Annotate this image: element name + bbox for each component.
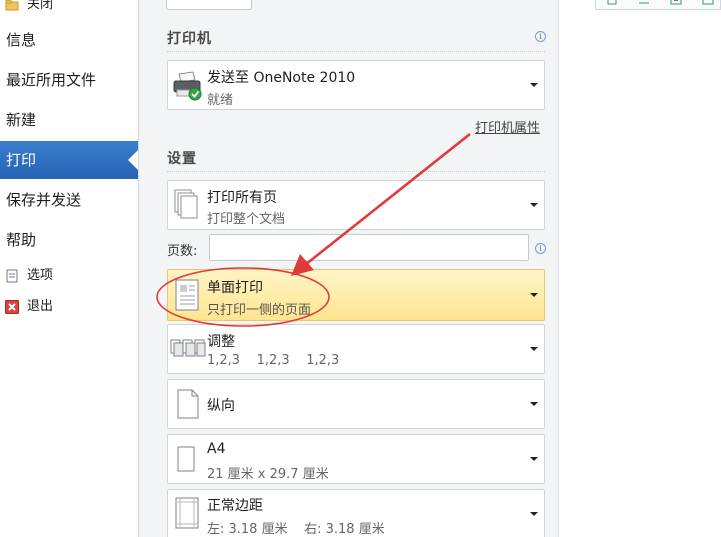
portrait-page-icon xyxy=(176,388,200,424)
sides-dropdown[interactable]: 单面打印 只打印一侧的页面 xyxy=(167,269,545,321)
settings-section-title: 设置 xyxy=(167,151,197,167)
close-icon xyxy=(5,300,19,314)
pages-label: 页数: xyxy=(167,244,198,259)
chevron-down-icon xyxy=(530,293,538,297)
page-width-icon[interactable] xyxy=(700,0,716,5)
nav-item-exit[interactable]: 退出 xyxy=(5,297,53,317)
sides-subtitle: 只打印一侧的页面 xyxy=(207,303,312,318)
nav-item-options[interactable]: 选项 xyxy=(5,266,53,286)
print-range-title: 打印所有页 xyxy=(207,190,277,206)
sides-title: 单面打印 xyxy=(207,280,263,296)
pages-stack-icon xyxy=(174,189,200,225)
nav-item-help[interactable]: 帮助 xyxy=(0,221,138,259)
chevron-down-icon xyxy=(530,203,538,207)
pages-input[interactable] xyxy=(209,234,529,261)
orientation-title: 纵向 xyxy=(207,398,235,414)
paper-size-subtitle: 21 厘米 x 29.7 厘米 xyxy=(207,467,329,482)
folder-icon xyxy=(5,0,19,12)
section-divider xyxy=(167,51,545,52)
printer-status: 就绪 xyxy=(207,93,234,108)
chevron-down-icon xyxy=(530,402,538,406)
print-range-subtitle: 打印整个文档 xyxy=(207,212,286,227)
margins-title: 正常边距 xyxy=(207,498,263,514)
chevron-down-icon xyxy=(530,512,538,516)
nav-item-label: 选项 xyxy=(27,268,54,283)
nav-item-print[interactable]: 打印 xyxy=(0,141,138,179)
collation-subtitle: 1,2,3 1,2,3 1,2,3 xyxy=(207,353,340,368)
options-icon xyxy=(5,269,19,283)
preview-toolbar xyxy=(595,0,721,10)
nav-item-recent[interactable]: 最近所用文件 xyxy=(0,61,138,99)
info-icon[interactable]: i xyxy=(535,31,546,42)
chevron-down-icon xyxy=(530,347,538,351)
nav-item-label: 关闭 xyxy=(27,0,54,12)
collation-dropdown[interactable]: 调整 1,2,3 1,2,3 1,2,3 xyxy=(167,324,545,374)
paper-size-dropdown[interactable]: A4 21 厘米 x 29.7 厘米 xyxy=(167,434,545,484)
paper-size-icon xyxy=(176,445,198,479)
orientation-dropdown[interactable]: 纵向 xyxy=(167,379,545,429)
nav-item-label: 退出 xyxy=(27,299,54,314)
print-range-dropdown[interactable]: 打印所有页 打印整个文档 xyxy=(167,180,545,230)
print-settings-panel: 打印机 i 发送至 OneNote 2010 就绪 打印机属性 设置 打印所有页… xyxy=(139,0,559,537)
chevron-down-icon xyxy=(530,457,538,461)
chevron-down-icon xyxy=(530,83,538,87)
zoom-icon[interactable] xyxy=(668,0,684,5)
collated-pages-icon xyxy=(170,337,206,365)
nav-item-close[interactable]: 关闭 xyxy=(5,0,53,15)
expand-icon[interactable] xyxy=(636,0,652,5)
single-sided-page-icon xyxy=(174,278,200,316)
printer-icon xyxy=(171,70,205,106)
nav-item-save-send[interactable]: 保存并发送 xyxy=(0,181,138,219)
collation-title: 调整 xyxy=(207,334,235,350)
margins-dropdown[interactable]: 正常边距 左: 3.18 厘米 右: 3.18 厘米 xyxy=(167,489,545,537)
page-icon[interactable] xyxy=(604,0,620,5)
margins-subtitle: 左: 3.18 厘米 右: 3.18 厘米 xyxy=(207,522,385,537)
printer-name: 发送至 OneNote 2010 xyxy=(207,70,356,86)
printer-section-title: 打印机 xyxy=(167,31,212,47)
printer-properties-link[interactable]: 打印机属性 xyxy=(475,117,540,136)
paper-size-title: A4 xyxy=(207,441,226,457)
printer-dropdown[interactable]: 发送至 OneNote 2010 就绪 xyxy=(167,60,545,110)
nav-item-new[interactable]: 新建 xyxy=(0,101,138,139)
margins-icon xyxy=(174,496,200,534)
print-button[interactable] xyxy=(166,0,252,10)
section-divider xyxy=(167,171,545,172)
nav-item-info[interactable]: 信息 xyxy=(0,21,138,59)
info-icon[interactable]: i xyxy=(535,243,546,254)
backstage-nav: 关闭 信息 最近所用文件 新建 打印 保存并发送 帮助 选项 退出 xyxy=(0,0,138,537)
